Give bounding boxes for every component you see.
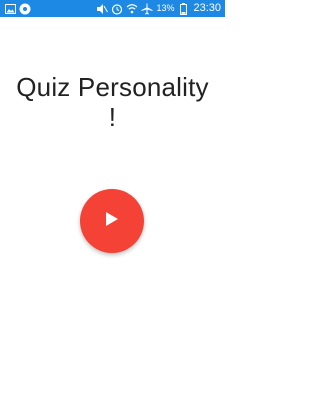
app-screen: 13% 23:30 Quiz Personality ! (0, 0, 225, 400)
status-bar-right: 13% 23:30 (93, 0, 221, 17)
alarm-icon (111, 3, 123, 15)
quiz-title: Quiz Personality ! (0, 72, 225, 132)
wifi-icon (126, 3, 138, 15)
status-bar-left (4, 0, 34, 17)
photo-icon (4, 3, 16, 15)
title-line-1: Quiz Personality (16, 72, 209, 102)
airplane-icon (141, 3, 153, 15)
title-line-2: ! (108, 102, 117, 132)
status-bar: 13% 23:30 (0, 0, 225, 17)
battery-icon (177, 2, 189, 15)
play-icon (105, 211, 119, 232)
battery-percent: 13% (156, 3, 175, 13)
play-button[interactable] (80, 189, 144, 253)
settings-app-icon (19, 3, 31, 15)
clock-time: 23:30 (193, 2, 221, 14)
mute-icon (96, 3, 109, 15)
